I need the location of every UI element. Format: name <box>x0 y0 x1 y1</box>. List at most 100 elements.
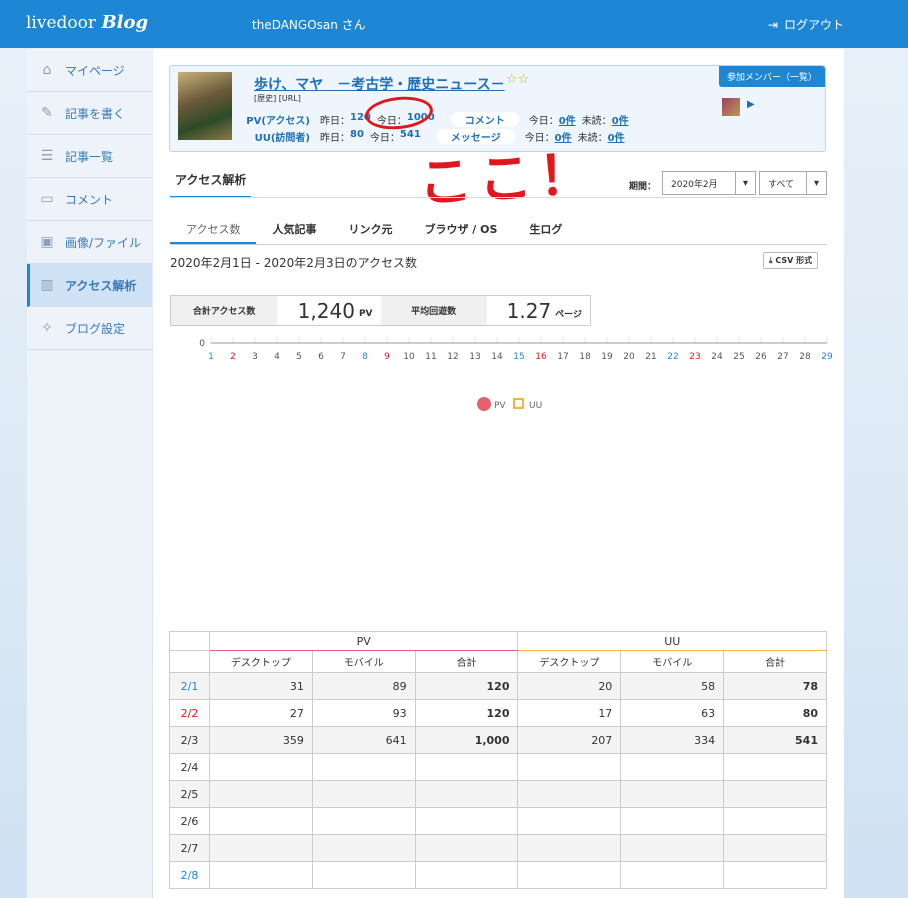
chevron-down-icon: ▾ <box>735 172 755 194</box>
value-cell: 207 <box>517 726 622 754</box>
total-number: 1,240 <box>297 298 355 323</box>
sidebar-item-label: マイページ <box>65 63 125 78</box>
image-icon: ▣ <box>40 234 54 250</box>
tab-2[interactable]: リンク元 <box>332 213 408 244</box>
x-tick-label: 1 <box>208 352 214 362</box>
filter-select[interactable]: すべて ▾ <box>759 171 827 195</box>
sidebar-item-bar-chart[interactable]: ▥ アクセス解析 <box>27 264 152 307</box>
members-button[interactable]: 参加メンバー（一覧） <box>718 66 825 87</box>
period-select[interactable]: 2020年2月 ▾ <box>662 171 756 195</box>
sidebar-item-label: コメント <box>65 192 114 207</box>
blog-tags[interactable]: [歴史] [URL] <box>254 93 301 104</box>
blog-thumbnail[interactable] <box>178 72 232 140</box>
value-cell <box>620 834 725 862</box>
message-unread-count[interactable]: 0件 <box>608 129 625 144</box>
sidebar-item-comment[interactable]: ▭ コメント <box>27 178 152 221</box>
tab-3[interactable]: ブラウザ / OS <box>408 213 513 244</box>
uu-yesterday: 80 <box>350 129 364 140</box>
tab-1[interactable]: 人気記事 <box>256 213 332 244</box>
comment-today-count[interactable]: 0件 <box>559 112 576 127</box>
x-tick-label: 17 <box>557 352 568 362</box>
value-cell <box>414 753 519 781</box>
date-cell: 2/7 <box>169 834 210 862</box>
value-cell: 31 <box>209 672 313 700</box>
sidebar-item-image[interactable]: ▣ 画像/ファイル <box>27 221 152 264</box>
value-cell <box>517 780 622 808</box>
pen-icon: ✎ <box>41 105 53 121</box>
table-row: 2/1 31 89 120 20 58 78 <box>169 672 827 700</box>
value-cell <box>209 807 313 835</box>
avg-label: 平均回遊数 <box>380 296 487 325</box>
x-tick-label: 24 <box>711 352 723 362</box>
date-range: 2020年2月1日 - 2020年2月3日のアクセス数 <box>170 256 417 270</box>
value-cell: 120 <box>414 699 519 727</box>
member-avatar[interactable] <box>722 98 740 116</box>
tab-4[interactable]: 生ログ <box>513 213 578 244</box>
chevron-right-icon[interactable]: ▶ <box>747 99 755 110</box>
value-cell: 89 <box>311 672 416 700</box>
blog-title-link[interactable]: 歩け、マヤ －考古学・歴史ニュース－ <box>254 74 505 94</box>
legend-pv-label: PV <box>494 401 506 411</box>
uu-group-header: UU <box>517 631 827 651</box>
logout-label: ログアウト <box>783 18 844 32</box>
legend-pv-swatch <box>477 397 491 411</box>
value-cell <box>209 780 313 808</box>
comment-unread-count[interactable]: 0件 <box>612 112 629 127</box>
uu-label: UU(訪問者) <box>254 133 310 144</box>
pv-group-header: PV <box>208 631 519 651</box>
x-tick-label: 21 <box>645 352 656 362</box>
value-cell <box>620 807 725 835</box>
sidebar-item-list[interactable]: ☰ 記事一覧 <box>27 135 152 178</box>
value-cell: 27 <box>209 699 313 727</box>
tab-0[interactable]: アクセス数 <box>170 213 257 244</box>
value-cell <box>311 753 416 781</box>
value-cell <box>723 861 827 889</box>
x-tick-label: 18 <box>579 352 591 362</box>
sidebar-item-label: アクセス解析 <box>65 278 137 293</box>
x-tick-label: 20 <box>623 352 635 362</box>
csv-button[interactable]: ⤓ CSV 形式 <box>763 252 819 269</box>
x-tick-label: 16 <box>535 352 547 362</box>
section-title[interactable]: アクセス解析 <box>170 171 252 198</box>
logo[interactable]: livedoor Blog <box>26 12 148 33</box>
sidebar-item-pen[interactable]: ✎ 記事を書く <box>27 92 152 135</box>
value-cell <box>620 753 725 781</box>
value-cell <box>723 753 827 781</box>
period-value: 2020年2月 <box>671 179 718 190</box>
date-cell: 2/2 <box>169 699 210 727</box>
column-header: モバイル <box>620 650 725 673</box>
main-content: 歩け、マヤ －考古学・歴史ニュース－ ☆☆ [歴史] [URL] PV(アクセス… <box>153 49 844 898</box>
bar-chart-icon: ▥ <box>40 277 54 293</box>
value-cell: 63 <box>620 699 725 727</box>
divider <box>170 197 826 198</box>
value-cell <box>311 834 416 862</box>
value-cell <box>517 807 622 835</box>
avg-unit: ページ <box>555 310 582 320</box>
list-icon: ☰ <box>40 148 54 164</box>
x-tick-label: 3 <box>252 352 258 362</box>
logout-button[interactable]: ⇥ ログアウト <box>768 16 844 33</box>
value-cell <box>517 753 622 781</box>
yesterday-label: 昨日： <box>320 116 350 127</box>
wrench-icon: ✧ <box>41 320 53 336</box>
x-tick-label: 2 <box>230 352 236 362</box>
chevron-down-icon: ▾ <box>806 172 826 194</box>
unread-label: 未読： <box>581 116 612 127</box>
value-cell: 334 <box>620 726 725 754</box>
date-cell: 2/5 <box>169 780 210 808</box>
sidebar-item-home[interactable]: ⌂ マイページ <box>27 49 152 92</box>
value-cell <box>209 834 313 862</box>
value-cell: 58 <box>620 672 725 700</box>
sidebar-item-wrench[interactable]: ✧ ブログ設定 <box>27 307 152 350</box>
value-cell: 120 <box>414 672 519 700</box>
comment-pill[interactable]: コメント <box>450 112 519 127</box>
avatar[interactable] <box>206 10 236 40</box>
value-cell: 80 <box>723 699 827 727</box>
logout-icon: ⇥ <box>767 18 778 32</box>
tab-bar: アクセス数 人気記事 リンク元 ブラウザ / OS 生ログ <box>170 213 826 245</box>
today-label: 今日： <box>528 116 559 127</box>
date-cell: 2/6 <box>169 807 210 835</box>
value-cell <box>517 834 622 862</box>
value-cell <box>311 861 416 889</box>
user-name: theDANGOsan さん <box>252 18 366 32</box>
